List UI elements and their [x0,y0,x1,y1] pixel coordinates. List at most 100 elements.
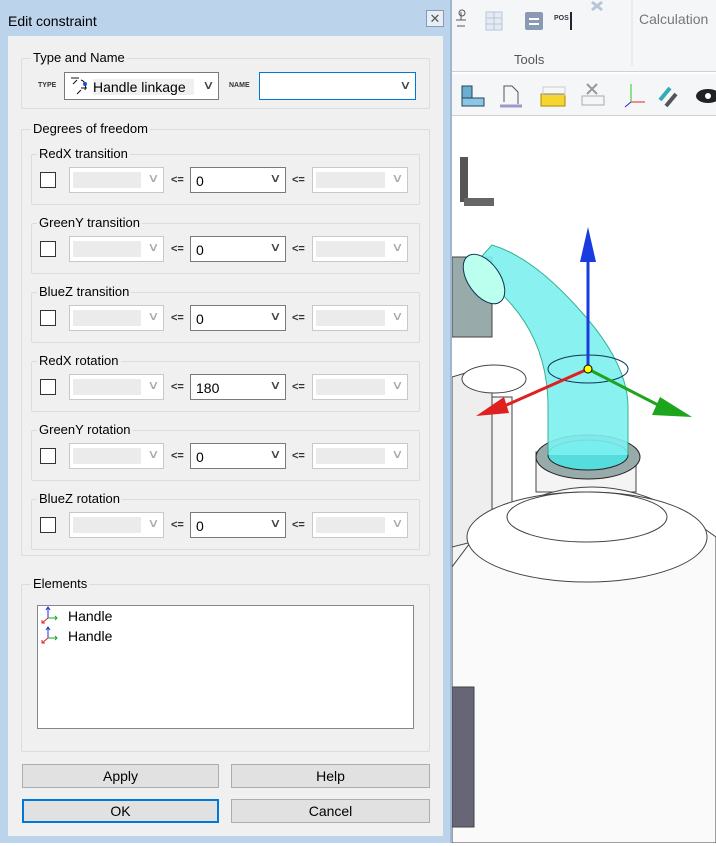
equals-icon[interactable] [525,12,543,30]
chevron-down-icon: ∨ [391,516,404,530]
dof-value: 0 [196,449,204,465]
list-item[interactable]: Handle [40,605,113,627]
value-dropdown[interactable]: 0 ∨ [190,512,286,538]
element-name: Handle [68,628,113,644]
pencils-icon[interactable] [658,86,678,108]
chevron-down-icon: ∨ [391,309,404,323]
box-icon[interactable] [540,86,566,107]
max-dropdown[interactable]: ∨ [312,167,408,193]
tools-group-label: Tools [514,52,545,67]
min-dropdown[interactable]: ∨ [69,167,164,193]
dof-checkbox[interactable] [40,448,56,464]
value-dropdown[interactable]: 180 ∨ [190,374,286,400]
group-legend: Elements [31,576,90,591]
chevron-down-icon: ∨ [269,309,282,323]
min-dropdown[interactable]: ∨ [69,374,164,400]
lte-operator: <= [171,312,184,324]
value-dropdown[interactable]: 0 ∨ [190,167,286,193]
lte-operator: <= [292,450,305,462]
elements-list[interactable]: Handle Handle [37,605,414,729]
chevron-down-icon: ∨ [202,78,215,92]
axes-icon [40,605,58,627]
chevron-down-icon: ∨ [269,240,282,254]
dof-checkbox[interactable] [40,379,56,395]
group-legend: Degrees of freedom [31,121,150,136]
close-icon[interactable]: ✕ [426,10,444,27]
cancel-button[interactable]: Cancel [231,799,430,823]
view-toolbar [452,74,716,116]
dof-value: 0 [196,311,204,327]
group-legend: Type and Name [31,50,127,65]
lte-operator: <= [292,312,305,324]
chevron-down-icon: ∨ [269,516,282,530]
dof-checkbox[interactable] [40,241,56,257]
min-dropdown[interactable]: ∨ [69,512,164,538]
value-dropdown[interactable]: 0 ∨ [190,305,286,331]
dof-label: RedX transition [37,146,130,161]
chevron-down-icon: ∨ [147,378,160,392]
element-name: Handle [68,608,113,624]
dof-label: RedX rotation [37,353,121,368]
handle-linkage-icon [69,76,91,99]
title-bar[interactable]: Edit constraint ✕ [0,0,450,36]
min-dropdown[interactable]: ∨ [69,305,164,331]
lte-operator: <= [171,174,184,186]
chevron-down-icon: ∨ [147,240,160,254]
value-dropdown[interactable]: 0 ∨ [190,443,286,469]
min-dropdown[interactable]: ∨ [69,236,164,262]
calculation-button[interactable]: Calculation [639,11,708,27]
eye-icon[interactable] [696,89,716,103]
lte-operator: <= [171,450,184,462]
edit-constraint-dialog: Edit constraint ✕ Type and Name TYPE Han… [0,0,452,843]
dof-checkbox[interactable] [40,172,56,188]
max-dropdown[interactable]: ∨ [312,374,408,400]
table-icon[interactable] [485,11,503,31]
chevron-down-icon: ∨ [269,171,282,185]
sketch-icon[interactable] [500,85,522,108]
list-item[interactable]: Handle [40,625,113,646]
type-dropdown[interactable]: Handle linkage ∨ [64,72,219,100]
max-dropdown[interactable]: ∨ [312,512,408,538]
solid-icon[interactable] [461,85,485,107]
name-input[interactable]: ∨ [259,72,416,100]
ribbon: POS Tools Calculation [452,0,716,72]
value-dropdown[interactable]: 0 ∨ [190,236,286,262]
dof-value: 0 [196,518,204,534]
lte-operator: <= [171,381,184,393]
delete-box-icon[interactable] [581,83,605,106]
dof-label: GreenY transition [37,215,142,230]
dof-value: 0 [196,173,204,189]
apply-button[interactable]: Apply [22,764,219,788]
dof-label: BlueZ rotation [37,491,122,506]
dof-checkbox[interactable] [40,517,56,533]
max-dropdown[interactable]: ∨ [312,305,408,331]
chevron-down-icon: ∨ [391,240,404,254]
axes-icon[interactable] [624,84,645,108]
chevron-down-icon: ∨ [269,378,282,392]
max-dropdown[interactable]: ∨ [312,236,408,262]
lte-operator: <= [292,174,305,186]
type-value: Handle linkage [93,79,194,95]
chevron-down-icon: ∨ [269,447,282,461]
tool-icon[interactable] [456,9,466,27]
name-label: NAME [229,82,250,89]
dof-value: 0 [196,242,204,258]
pos-label: POS [554,15,569,22]
lte-operator: <= [292,243,305,255]
chevron-down-icon: ∨ [147,447,160,461]
dof-label: BlueZ transition [37,284,132,299]
help-button[interactable]: Help [231,764,430,788]
max-dropdown[interactable]: ∨ [312,443,408,469]
chevron-down-icon: ∨ [399,78,412,92]
chevron-down-icon: ∨ [147,309,160,323]
min-dropdown[interactable]: ∨ [69,443,164,469]
3d-viewport[interactable] [451,117,716,844]
dof-checkbox[interactable] [40,310,56,326]
chevron-down-icon: ∨ [147,171,160,185]
lte-operator: <= [292,519,305,531]
dialog-title: Edit constraint [8,13,97,29]
lte-operator: <= [171,519,184,531]
lte-operator: <= [292,381,305,393]
ok-button[interactable]: OK [22,799,219,823]
dof-label: GreenY rotation [37,422,133,437]
